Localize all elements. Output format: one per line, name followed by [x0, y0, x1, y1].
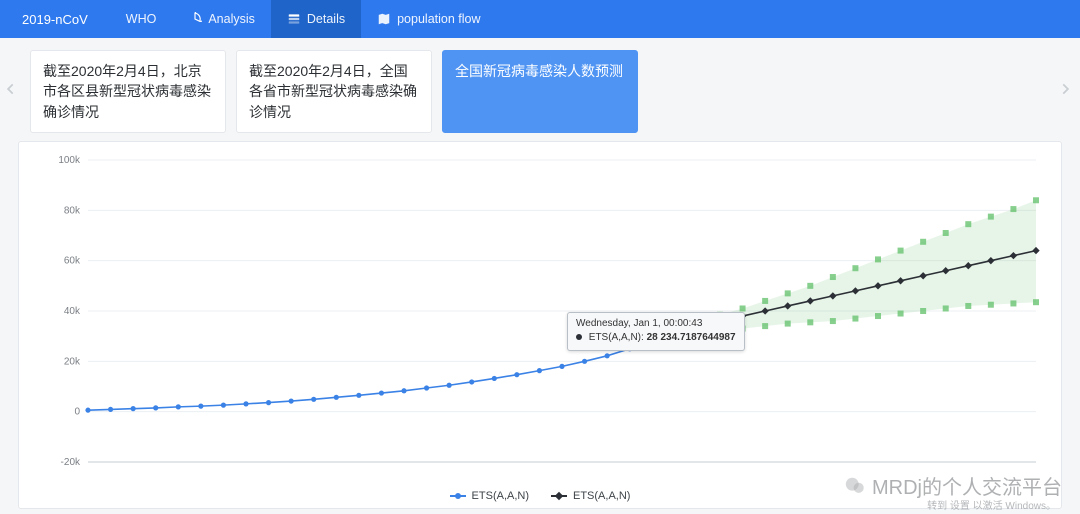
- brand: 2019-nCoV: [0, 0, 110, 38]
- svg-text:100k: 100k: [58, 155, 81, 166]
- pie-chart-icon: [188, 12, 202, 26]
- nav-item-who[interactable]: WHO: [110, 0, 173, 38]
- svg-text:80k: 80k: [64, 205, 81, 216]
- chart-panel: -20k 0 20k 40k 60k 80k 100k Wednesday, Jan 1, …: [18, 141, 1062, 509]
- watermark: MRDj的个人交流平台: [844, 471, 1062, 500]
- legend-label: ETS(A,A,N): [472, 490, 529, 502]
- svg-text:40k: 40k: [64, 306, 81, 317]
- map-icon: [377, 12, 391, 26]
- layers-icon: [287, 12, 301, 26]
- card-national[interactable]: 截至2020年2月4日，全国各省市新型冠状病毒感染确诊情况: [236, 50, 432, 133]
- top-navbar: 2019-nCoV WHO Analysis Details populatio…: [0, 0, 1080, 38]
- legend-swatch-black-icon: [551, 491, 567, 501]
- nav-item-analysis[interactable]: Analysis: [172, 0, 271, 38]
- card-carousel: 截至2020年2月4日，北京市各区县新型冠状病毒感染确诊情况 截至2020年2月…: [0, 38, 1080, 141]
- svg-text:-20k: -20k: [61, 457, 81, 468]
- nav-item-population-flow[interactable]: population flow: [361, 0, 496, 38]
- carousel-prev-button[interactable]: [0, 64, 22, 114]
- forecast-chart[interactable]: -20k 0 20k 40k 60k 80k 100k: [29, 154, 1051, 484]
- nav-label: Analysis: [208, 12, 255, 26]
- legend-item-forecast[interactable]: ETS(A,A,N): [551, 490, 630, 502]
- legend-label: ETS(A,A,N): [573, 490, 630, 502]
- card-beijing[interactable]: 截至2020年2月4日，北京市各区县新型冠状病毒感染确诊情况: [30, 50, 226, 133]
- legend-item-observed[interactable]: ETS(A,A,N): [450, 490, 529, 502]
- nav-label: Details: [307, 12, 345, 26]
- tooltip-date: Wednesday, Jan 1, 00:00:43: [576, 317, 736, 331]
- windows-activation-note: 转到 设置 以激活 Windows。: [927, 497, 1056, 512]
- card-forecast[interactable]: 全国新冠病毒感染人数预测: [442, 50, 638, 133]
- svg-text:20k: 20k: [64, 356, 81, 367]
- legend-swatch-blue-icon: [450, 491, 466, 501]
- tooltip-value-row: ETS(A,A,N): 28 234.7187644987: [576, 331, 736, 345]
- carousel-next-button[interactable]: [1054, 64, 1076, 114]
- nav-label: WHO: [126, 12, 157, 26]
- nav-item-details[interactable]: Details: [271, 0, 361, 38]
- svg-text:0: 0: [74, 407, 80, 418]
- nav-label: population flow: [397, 12, 480, 26]
- chart-tooltip: Wednesday, Jan 1, 00:00:43 ETS(A,A,N): 2…: [567, 312, 745, 351]
- svg-text:60k: 60k: [64, 256, 81, 267]
- wechat-icon: [844, 475, 866, 497]
